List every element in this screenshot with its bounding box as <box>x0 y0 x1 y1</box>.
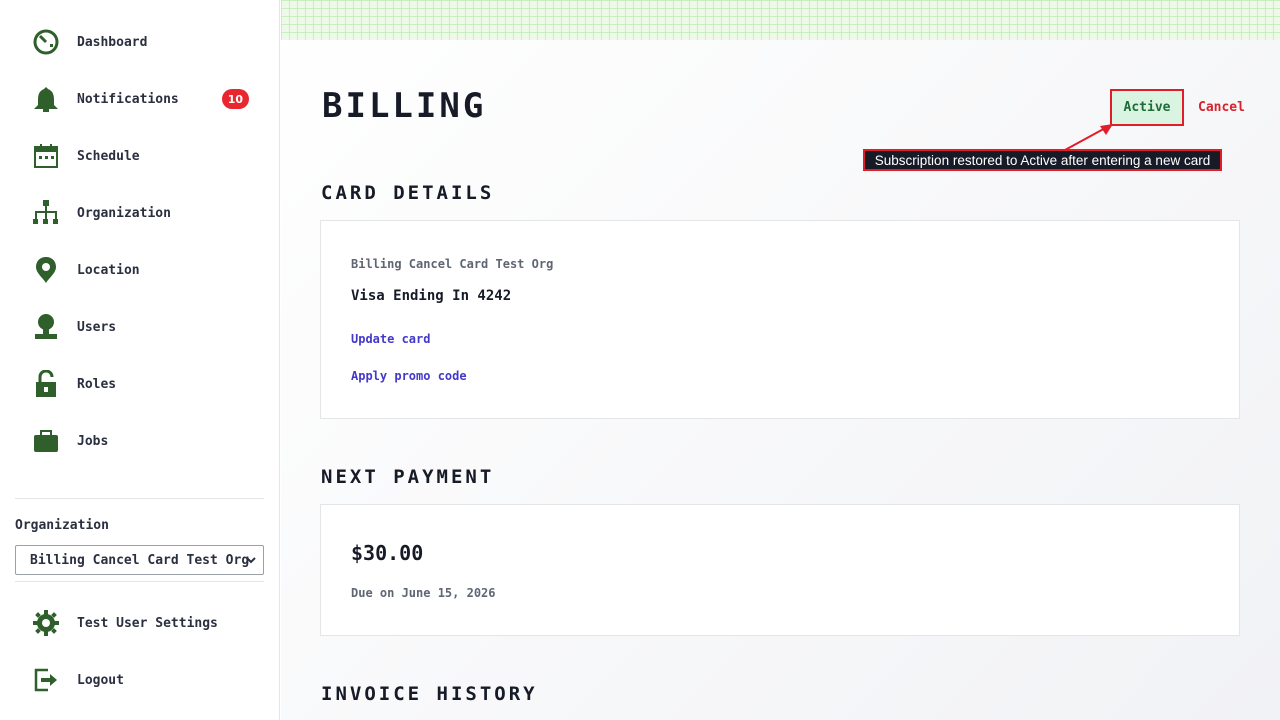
notification-count-badge: 10 <box>221 89 249 109</box>
padlock-icon <box>30 368 62 400</box>
sidebar-item-label: Schedule <box>77 148 140 164</box>
chevron-down-icon <box>245 554 257 566</box>
next-payment-panel: $30.00 Due on June 15, 2026 <box>320 504 1240 636</box>
apply-promo-code-link[interactable]: Apply promo code <box>351 369 467 383</box>
logout-icon <box>30 664 62 696</box>
card-description: Visa Ending In 4242 <box>351 288 512 304</box>
sidebar-item-label: Notifications <box>77 91 179 107</box>
logout-label: Logout <box>77 672 124 688</box>
sidebar-item-roles[interactable]: Roles <box>30 364 260 404</box>
next-payment-heading: Next Payment <box>321 466 495 488</box>
subscription-status-badge: Active <box>1110 89 1184 126</box>
card-details-panel: Billing Cancel Card Test Org Visa Ending… <box>320 220 1240 419</box>
sidebar-item-organization[interactable]: Organization <box>30 193 260 233</box>
sidebar-item-label: Location <box>77 262 140 278</box>
sidebar-nav: Dashboard Notifications 10 Schedule Orga… <box>0 0 279 492</box>
card-details-heading: Card Details <box>321 182 495 204</box>
organization-label: Organization <box>15 518 109 533</box>
user-icon <box>30 311 62 343</box>
sidebar-item-label: Organization <box>77 205 171 221</box>
organization-select[interactable]: Billing Cancel Card Test Org <box>15 545 264 575</box>
cancel-subscription-button[interactable]: Cancel <box>1198 100 1245 115</box>
logout-link[interactable]: Logout <box>30 660 260 700</box>
sidebar-item-label: Roles <box>77 376 117 392</box>
gear-icon <box>30 607 62 639</box>
sidebar-item-location[interactable]: Location <box>30 250 260 290</box>
sidebar-item-users[interactable]: Users <box>30 307 260 347</box>
bell-icon <box>30 83 62 115</box>
main-content: Billing Active Cancel Subscription resto… <box>281 0 1280 720</box>
location-pin-icon <box>30 254 62 286</box>
sidebar-divider <box>15 581 264 582</box>
settings-link[interactable]: Test User Settings <box>30 603 260 643</box>
org-chart-icon <box>30 197 62 229</box>
update-card-link[interactable]: Update card <box>351 332 430 346</box>
sidebar-item-dashboard[interactable]: Dashboard <box>30 22 260 62</box>
settings-label: Test User Settings <box>77 615 218 631</box>
invoice-history-heading: Invoice History <box>321 683 538 705</box>
payment-amount: $30.00 <box>351 541 424 565</box>
sidebar-item-next[interactable] <box>30 478 260 492</box>
calendar-icon <box>30 140 62 172</box>
sidebar: Dashboard Notifications 10 Schedule Orga… <box>0 0 280 720</box>
sidebar-divider <box>15 498 264 499</box>
sidebar-item-jobs[interactable]: Jobs <box>30 421 260 461</box>
dashboard-icon <box>30 26 62 58</box>
sidebar-item-icon <box>30 482 62 492</box>
page-title: Billing <box>322 86 487 126</box>
sidebar-item-label: Jobs <box>77 433 109 449</box>
payment-due-date: Due on June 15, 2026 <box>351 586 496 600</box>
card-org-name: Billing Cancel Card Test Org <box>351 257 554 271</box>
briefcase-icon <box>30 425 62 457</box>
sidebar-item-label: Users <box>77 319 117 335</box>
organization-select-value: Billing Cancel Card Test Org <box>30 552 250 568</box>
sidebar-item-schedule[interactable]: Schedule <box>30 136 260 176</box>
annotation-callout: Subscription restored to Active after en… <box>863 149 1222 171</box>
sidebar-item-notifications[interactable]: Notifications 10 <box>30 79 260 119</box>
callout-arrow-icon <box>1064 124 1113 151</box>
decorative-grid-strip <box>281 0 1280 40</box>
sidebar-item-label: Dashboard <box>77 34 148 50</box>
